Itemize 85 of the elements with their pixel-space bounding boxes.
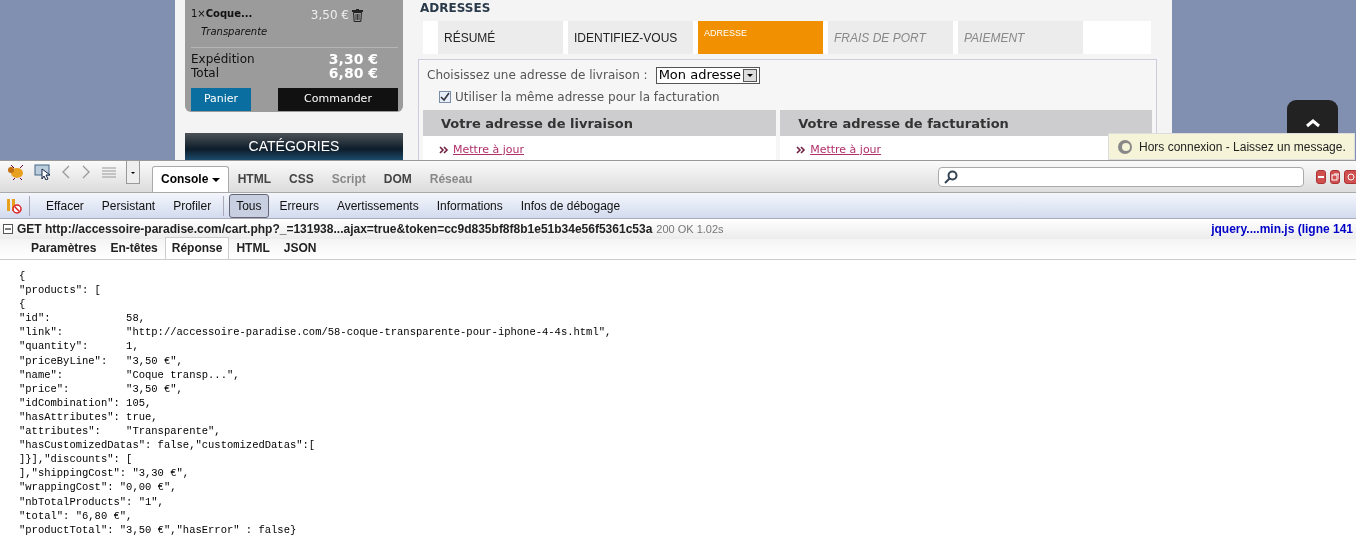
code-line: "name": "Coque transp...", [19,367,241,382]
code-line: "nbTotalProducts": "1", [19,494,165,509]
power-icon [1347,173,1355,181]
cart-item-name[interactable]: 1×Coque... [191,6,253,24]
code-line: { [19,297,27,312]
step-tab[interactable]: IDENTIFIEZ-VOUS [568,21,693,54]
checkbox[interactable] [439,91,451,103]
double-chevron-icon [439,146,449,154]
double-chevron-icon [796,146,807,154]
item-attribute: Transparente [200,25,269,39]
code-line: "productTotal": "3,50 €","hasError" : false} [19,522,298,537]
restore-icon [1331,173,1339,181]
code-line: "link": "http://accessoire-paradise.com/58-coque-transparente-pour-iphone-4-4s.html", [19,325,613,340]
code-line: ],"shippingCost": "3,30 €", [19,466,191,481]
response-tab[interactable]: En-têtes [103,237,165,259]
response-tab[interactable]: Paramètres [24,237,104,259]
update-link[interactable]: Mettre à jour [810,141,882,159]
code-line: "attributes": "Transparente", [19,424,222,439]
toolbar-button[interactable]: Effacer [39,193,91,218]
chat-icon [1117,138,1133,155]
bug-icon[interactable] [6,164,26,180]
response-tab[interactable]: JSON [276,237,324,259]
toolbar-button[interactable]: Persistant [94,193,163,218]
source-link[interactable]: jquery....min.js (ligne 141 [1211,220,1353,238]
response-tab[interactable]: Réponse [164,237,230,259]
code-line: "hasAttributes": true, [19,409,159,425]
panel-tab[interactable]: Console [152,166,229,192]
restore-button[interactable] [1330,170,1340,184]
close-button[interactable] [1344,170,1356,184]
code-line: ]}],"discounts": [ [19,452,134,467]
filter-button[interactable]: Erreurs [272,193,326,218]
summary-value: 6,80 € [328,66,379,80]
field-label: Choisissez une adresse de livraison : [427,67,648,84]
panel-tab[interactable]: CSS [280,166,323,192]
summary-label: Total [191,66,220,80]
chat-status: Hors connexion - Laissez un message. [1139,138,1346,156]
response-tab[interactable]: HTML [229,237,277,259]
filter-button[interactable]: Avertissements [329,193,426,218]
checkbox-label: Utiliser la même adresse pour la facturation [455,89,720,106]
inspect-icon[interactable] [34,164,52,180]
request-url[interactable]: GET http://accessoire-paradise.com/cart.php?_=131938...ajax=true&token=cc9d835bf8f8b1e51b34e56f5361c53a [17,220,653,238]
step-tab: PAIEMENT [958,21,1083,54]
collapse-icon[interactable] [3,224,13,234]
code-line: "idCombination": 105, [19,395,153,410]
code-line: "total": "6,80 €", [19,508,134,523]
code-line: { [19,269,27,284]
cart-button[interactable]: Commander [278,88,398,111]
filter-button[interactable]: Tous [229,193,269,218]
step-tab: FRAIS DE PORT [828,21,953,54]
search-field[interactable] [938,167,1304,187]
cart-button[interactable]: Panier [191,88,251,111]
code-line: "id": 58, [19,311,147,326]
code-line: "priceByLine": "3,50 €", [19,353,184,368]
summary-label: Expédition [191,52,255,66]
code-line: "hasCustomizedDatas": false,"customizedDatas":[ [19,438,317,453]
search-icon [944,170,958,184]
toolbar-button[interactable]: Profiler [166,193,219,218]
chat-tooltip[interactable]: Hors connexion - Laissez un message. [1108,133,1355,160]
request-status: 200 OK 1.02s [656,221,724,237]
summary-value: 3,30 € [328,52,379,66]
caret-icon [211,176,220,183]
categories-header: CATÉGORIES [185,133,403,160]
minimize-button[interactable] [1316,170,1326,184]
panel-header: Votre adresse de facturation [780,110,1152,136]
filter-button[interactable]: Infos de débogage [513,193,628,218]
code-line: "price": "3,50 €", [19,381,184,396]
panel-tab[interactable]: DOM [374,166,421,192]
panel-tab[interactable]: HTML [228,166,280,192]
item-price: 3,50 € [310,7,349,24]
code-line: "products": [ [19,283,102,298]
pause-icon[interactable] [4,196,24,215]
filter-button[interactable]: Informations [429,193,510,218]
update-link[interactable]: Mettre à jour [453,141,524,159]
step-tab[interactable]: RÉSUMÉ [438,21,563,54]
trash-icon[interactable] [352,8,363,22]
forward-icon[interactable] [80,164,92,180]
back-icon[interactable] [60,164,72,180]
panel-header: Votre adresse de livraison [423,110,777,136]
code-line: "quantity": 1, [19,339,140,354]
address-select[interactable]: Mon adresse [655,66,760,84]
section-title: ADRESSES [420,0,492,15]
code-line: "wrappingCost": "0,00 €", [19,480,178,495]
dropdown-icon[interactable] [743,68,757,82]
minimize-icon [1317,173,1325,181]
chevron-up-icon [1304,118,1321,128]
